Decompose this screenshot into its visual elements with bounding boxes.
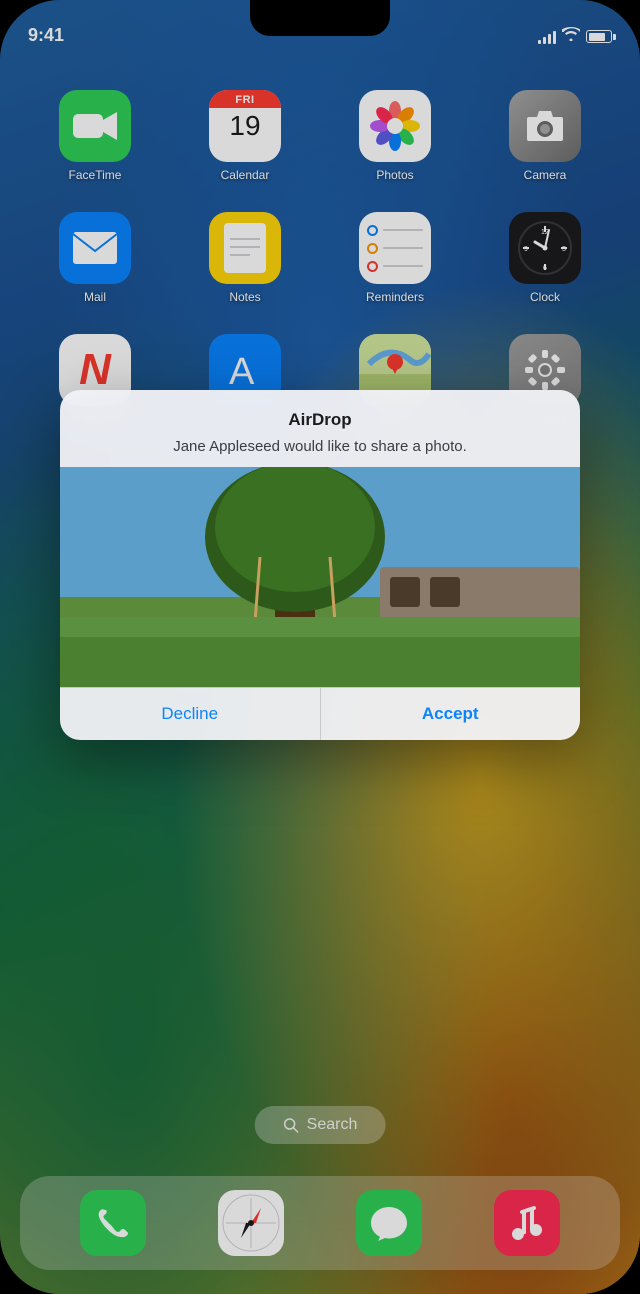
modal-title: AirDrop bbox=[80, 410, 560, 430]
decline-button[interactable]: Decline bbox=[60, 688, 321, 740]
modal-buttons: Decline Accept bbox=[60, 687, 580, 740]
airdrop-modal: AirDrop Jane Appleseed would like to sha… bbox=[60, 390, 580, 740]
modal-image bbox=[60, 467, 580, 687]
modal-header: AirDrop Jane Appleseed would like to sha… bbox=[60, 390, 580, 467]
accept-button[interactable]: Accept bbox=[321, 688, 581, 740]
modal-subtitle: Jane Appleseed would like to share a pho… bbox=[80, 436, 560, 457]
phone-frame: 9:41 bbox=[0, 0, 640, 1294]
